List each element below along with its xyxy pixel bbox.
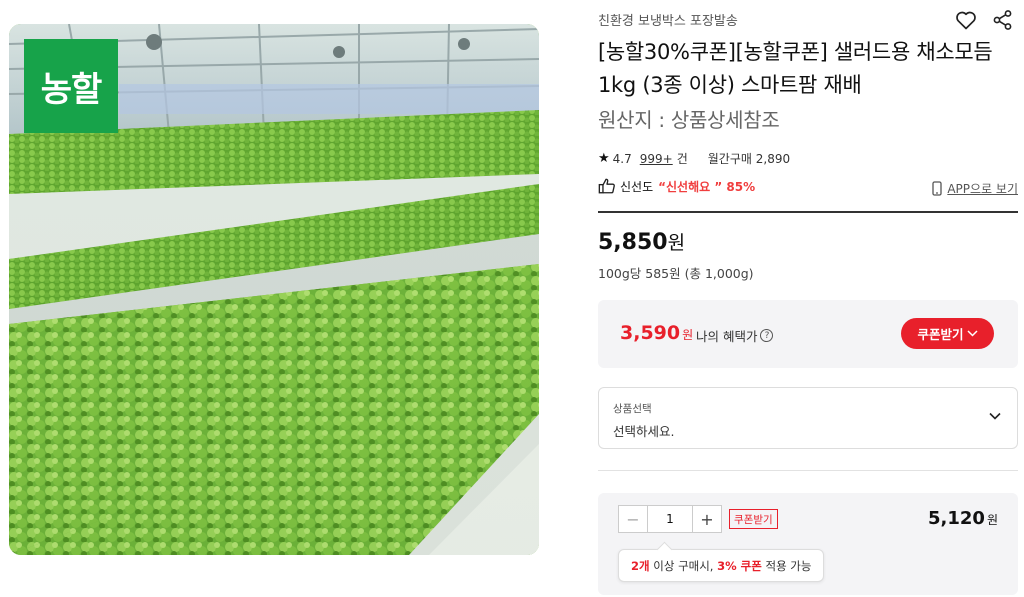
quantity-stepper: − 1 + [618, 505, 722, 533]
thumbs-up-icon [598, 178, 615, 194]
rating-score: 4.7 [612, 151, 632, 166]
review-count-link[interactable]: 999+ [640, 152, 673, 166]
benefit-label: 나의 혜택가 ? [696, 326, 774, 345]
share-icon[interactable] [991, 8, 1015, 32]
phone-icon [932, 181, 942, 196]
chevron-down-icon [966, 330, 978, 337]
unit-price: 100g당 585원 (총 1,000g) [598, 266, 754, 281]
benefit-label-text: 나의 혜택가 [696, 329, 758, 344]
decrease-quantity-button[interactable]: − [619, 506, 647, 532]
product-title: [농할30%쿠폰][농할쿠폰] 샐러드용 채소모듬 1kg (3종 이상) 스마… [598, 40, 993, 97]
tooltip-coupon: 3% 쿠폰 [717, 558, 762, 573]
origin-info: 원산지 : 상품상세참조 [598, 108, 780, 132]
view-in-app-link[interactable]: APP으로 보기 [932, 180, 1018, 197]
get-coupon-button[interactable]: 쿠폰받기 [901, 318, 994, 349]
benefit-price: 3,590 원 [620, 322, 693, 344]
benefit-price-amount: 3,590 [620, 322, 681, 344]
view-in-app-label: APP으로 보기 [947, 182, 1018, 196]
tooltip-count: 2개 [631, 558, 650, 573]
benefit-price-box: 3,590 원 나의 혜택가 ? 쿠폰받기 [598, 300, 1018, 368]
total-price-currency: 원 [986, 513, 998, 527]
tooltip-text-2: 적용 가능 [761, 558, 812, 573]
increase-quantity-button[interactable]: + [693, 506, 721, 532]
freshness-label: 신선도 [620, 179, 654, 194]
freshness-row: 신선도 “신선해요 ” 85% [598, 177, 755, 195]
review-unit: 건 [676, 152, 688, 166]
star-icon: ★ [598, 151, 610, 166]
seller-tagline: 친환경 보냉박스 포장발송 [598, 14, 738, 29]
option-select-value: 선택하세요. [613, 424, 675, 439]
heart-icon[interactable] [954, 8, 978, 32]
total-price-amount: 5,120 [928, 508, 985, 529]
total-price: 5,120 원 [928, 508, 998, 529]
get-coupon-label: 쿠폰받기 [917, 327, 964, 342]
option-select[interactable]: 상품선택 선택하세요. [598, 387, 1018, 449]
product-image[interactable]: 농할 [9, 24, 539, 555]
help-icon[interactable]: ? [760, 329, 774, 342]
rating-row: ★ 4.7 999+ 건 월간구매 2,890 [598, 150, 790, 167]
section-divider [598, 211, 1018, 213]
sale-price-amount: 5,850 [598, 230, 668, 255]
quantity-box: − 1 + 쿠폰받기 5,120 원 2개 이상 구매시, 3% 쿠폰 적용 가능 [598, 493, 1018, 595]
section-separator [598, 470, 1018, 471]
option-select-label: 상품선택 [613, 403, 652, 415]
nh-logo-badge: 농할 [24, 39, 118, 133]
sale-price-currency: 원 [667, 232, 686, 254]
sale-price: 5,850원 [598, 228, 685, 255]
quantity-value[interactable]: 1 [647, 506, 693, 532]
coupon-tag-button[interactable]: 쿠폰받기 [729, 509, 778, 529]
monthly-purchases: 월간구매 2,890 [707, 152, 791, 166]
benefit-price-currency: 원 [682, 328, 694, 342]
bulk-coupon-tooltip: 2개 이상 구매시, 3% 쿠폰 적용 가능 [618, 549, 825, 582]
tooltip-text-1: 이상 구매시, [649, 558, 718, 573]
chevron-down-icon [989, 412, 1001, 420]
freshness-value: “신선해요 ” 85% [658, 179, 756, 194]
